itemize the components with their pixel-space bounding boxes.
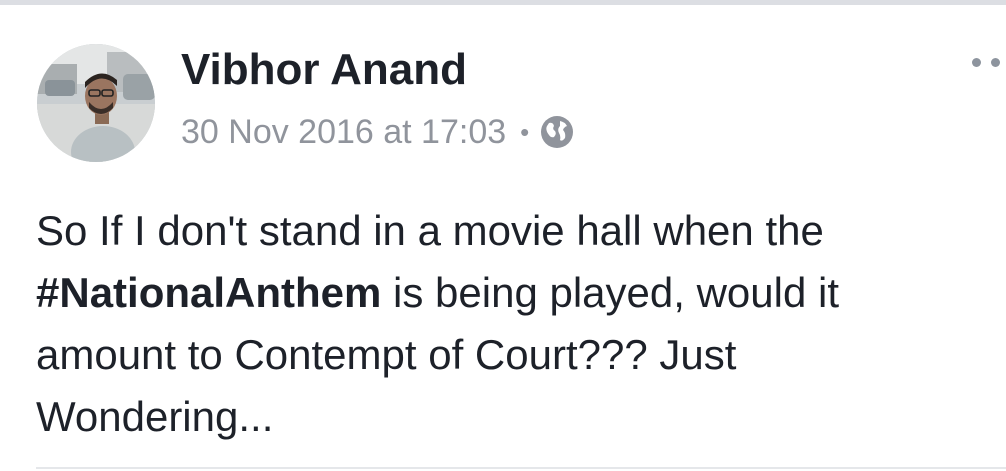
more-dot [991, 58, 1000, 67]
more-options-icon[interactable] [972, 58, 1000, 67]
post-timestamp[interactable]: 30 Nov 2016 at 17:03 [181, 112, 506, 152]
profile-photo-icon [37, 44, 155, 162]
top-border [0, 0, 1006, 5]
bottom-divider [36, 467, 1006, 469]
author-name[interactable]: Vibhor Anand [181, 44, 467, 96]
post-text: So If I don't stand in a movie hall when… [36, 200, 966, 448]
hashtag-link[interactable]: #NationalAnthem [36, 269, 381, 316]
post-meta: 30 Nov 2016 at 17:03 • [181, 110, 575, 154]
avatar[interactable] [37, 44, 155, 162]
globe-icon[interactable] [539, 114, 575, 150]
more-dot [972, 58, 981, 67]
meta-separator: • [520, 117, 530, 147]
post-text-part1: So If I don't stand in a movie hall when… [36, 207, 824, 254]
